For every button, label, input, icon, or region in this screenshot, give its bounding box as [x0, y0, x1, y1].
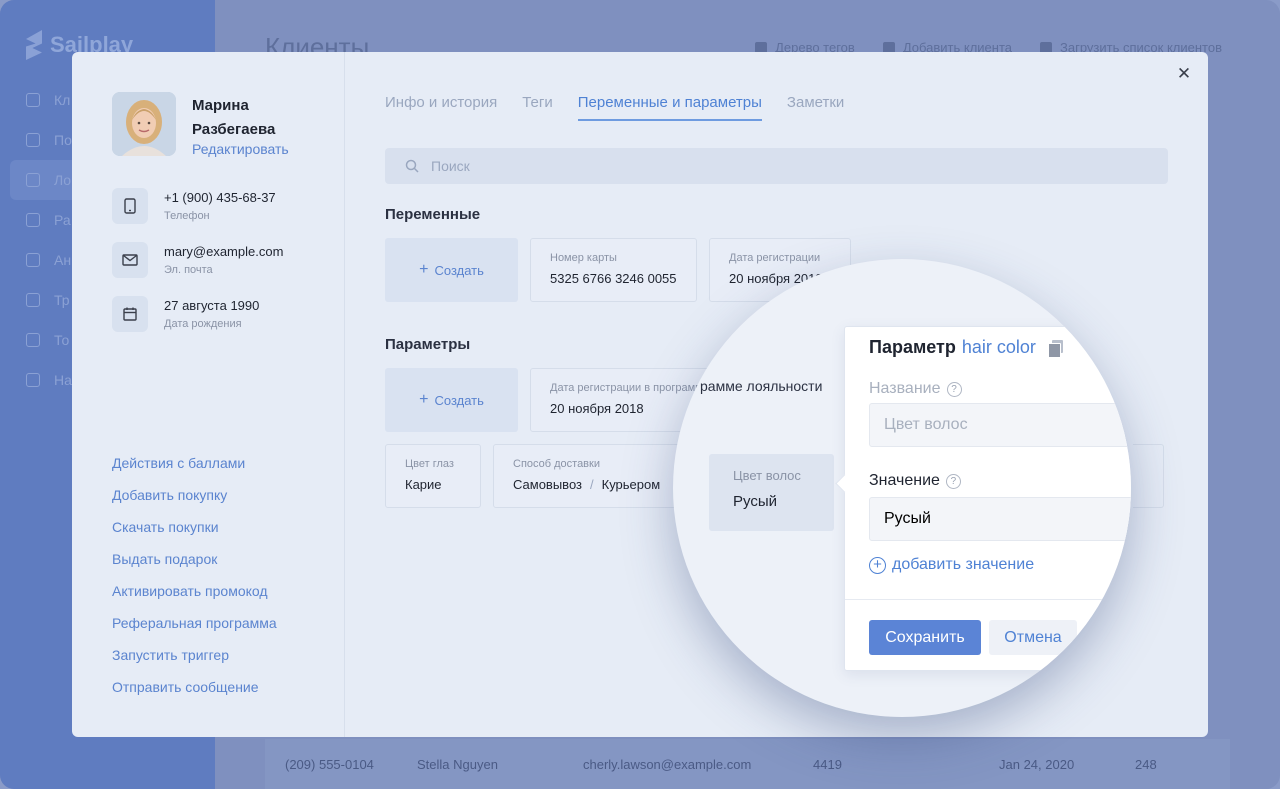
reg-card-label-zoomed: рамме лояльности: [700, 378, 823, 394]
profile-pane: Марина Разбегаева Редактировать +1 (900)…: [72, 52, 345, 737]
tab-tags[interactable]: Теги: [522, 94, 553, 119]
mail-icon: [26, 213, 40, 227]
email-label: Эл. почта: [164, 264, 213, 276]
help-icon[interactable]: ?: [946, 381, 962, 397]
action-send-message[interactable]: Отправить сообщение: [112, 678, 277, 710]
close-button[interactable]: ✕: [1174, 64, 1194, 84]
cell-phone: (209) 555-0104: [285, 756, 374, 772]
save-button[interactable]: Сохранить: [869, 620, 981, 655]
birthday-value: 27 августа 1990: [164, 298, 260, 313]
param-name: hair color: [961, 337, 1036, 357]
plus-icon: +: [419, 261, 429, 278]
action-activate-promocode[interactable]: Активировать промокод: [112, 582, 277, 614]
help-icon[interactable]: ?: [945, 473, 961, 489]
hair-color-card[interactable]: Цвет волос Русый: [709, 454, 834, 531]
plus-icon: +: [419, 391, 429, 408]
profile-name: Марина Разбегаева: [192, 97, 276, 138]
heart-icon: [26, 173, 40, 187]
birthday-label: Дата рождения: [164, 318, 242, 330]
search-bar: [385, 148, 1168, 184]
parameters-title: Параметры: [385, 336, 471, 353]
mail-icon: [112, 242, 148, 278]
cart-icon: [26, 133, 40, 147]
popup-title: Параметр hair color: [869, 337, 1064, 358]
cell-date: Jan 24, 2020: [999, 756, 1075, 772]
add-value-button[interactable]: + добавить значение: [869, 556, 1034, 574]
email-value: mary@example.com: [164, 244, 284, 259]
avatar: [112, 92, 176, 156]
search-input[interactable]: [431, 158, 1131, 174]
phone-label: Телефон: [164, 210, 210, 222]
parameter-card-edge: [1133, 444, 1164, 508]
action-download-purchases[interactable]: Скачать покупки: [112, 518, 277, 550]
settings-icon: [26, 373, 40, 387]
variables-title: Переменные: [385, 206, 481, 223]
chart-icon: [26, 253, 40, 267]
cell-count: 248: [1135, 756, 1157, 772]
link-icon: [26, 293, 40, 307]
tab-info-history[interactable]: Инфо и история: [385, 94, 497, 119]
info-email: mary@example.com Эл. почта: [112, 242, 283, 278]
tab-variables-params[interactable]: Переменные и параметры: [577, 94, 763, 121]
edit-profile-link[interactable]: Редактировать: [192, 141, 289, 157]
create-variable-button[interactable]: + Создать: [385, 238, 518, 302]
name-input[interactable]: [869, 403, 1131, 447]
popup-divider: [845, 599, 1131, 600]
action-referral[interactable]: Реферальная программа: [112, 614, 277, 646]
logo-icon: [26, 30, 42, 60]
cell-name: Stella Nguyen: [417, 756, 498, 772]
search-icon: [405, 159, 419, 173]
name-label: Название?: [869, 380, 962, 398]
info-birthday: 27 августа 1990 Дата рождения: [112, 296, 259, 332]
action-points[interactable]: Действия с баллами: [112, 454, 277, 486]
parameter-card[interactable]: Способ доставки Самовывоз / Курьером: [493, 444, 695, 508]
info-phone: +1 (900) 435-68-37 Телефон: [112, 188, 276, 224]
parameter-popup: Параметр hair color Название? Значение? …: [844, 326, 1131, 671]
plus-circle-icon: +: [869, 556, 886, 574]
phone-value: +1 (900) 435-68-37: [164, 190, 276, 205]
cancel-button[interactable]: Отмена: [989, 620, 1077, 655]
tabs: Инфо и история Теги Переменные и парамет…: [385, 94, 844, 121]
variable-card[interactable]: Номер карты 5325 6766 3246 0055: [530, 238, 697, 302]
tab-notes[interactable]: Заметки: [787, 94, 844, 119]
action-give-gift[interactable]: Выдать подарок: [112, 550, 277, 582]
value-label: Значение?: [869, 472, 961, 490]
actions-list: Действия с баллами Добавить покупку Скач…: [112, 454, 277, 710]
value-input[interactable]: [869, 497, 1131, 541]
cell-id: 4419: [813, 756, 842, 772]
magnifier: рамме лояльности Цвет волос Русый Параме…: [673, 259, 1131, 717]
trash-icon[interactable]: [1117, 589, 1129, 603]
calendar-icon: [112, 296, 148, 332]
create-parameter-button[interactable]: + Создать: [385, 368, 518, 432]
user-icon: [26, 93, 40, 107]
phone-icon: [112, 188, 148, 224]
table-row: (209) 555-0104 Stella Nguyen cherly.laws…: [265, 739, 1230, 789]
copy-icon[interactable]: [1047, 339, 1064, 358]
action-trigger[interactable]: Запустить триггер: [112, 646, 277, 678]
parameter-card[interactable]: Цвет глаз Карие: [385, 444, 481, 508]
box-icon: [26, 333, 40, 347]
action-add-purchase[interactable]: Добавить покупку: [112, 486, 277, 518]
cell-email: cherly.lawson@example.com: [583, 756, 752, 772]
